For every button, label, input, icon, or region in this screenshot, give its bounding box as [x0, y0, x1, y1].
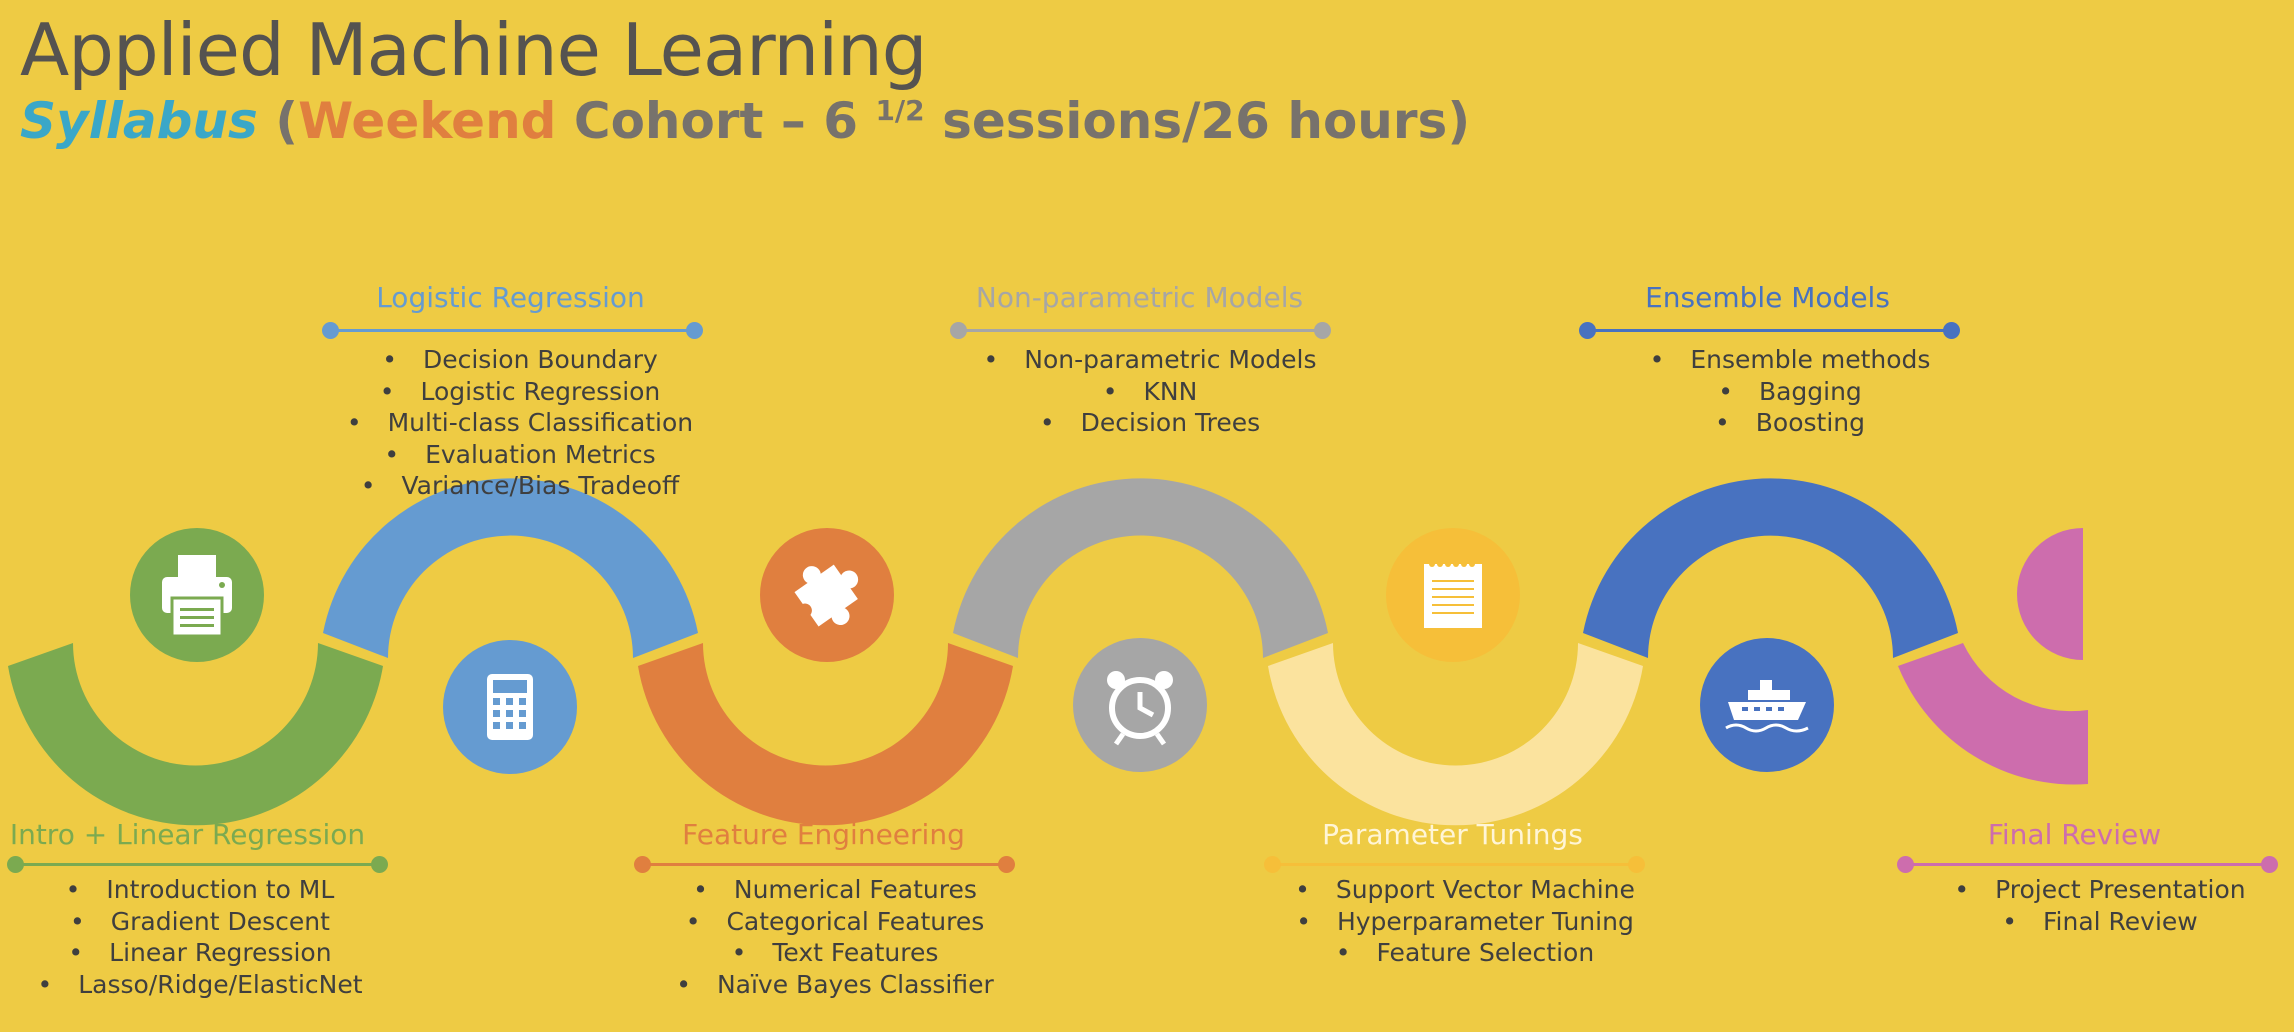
calculator-icon [443, 640, 577, 774]
module-line-final-review [1897, 856, 2278, 873]
module-line-intro-linear-regression [7, 856, 388, 873]
ship-icon [1700, 638, 1834, 772]
arc-feature-engineering [638, 643, 1013, 826]
module-topics-ensemble-models: Ensemble methods Bagging Boosting [1590, 344, 1990, 439]
topic-item: Decision Trees [950, 407, 1350, 439]
topic-item: Variance/Bias Tradeoff [320, 470, 720, 502]
line-dot [322, 322, 339, 339]
module-topics-feature-engineering: Numerical Features Categorical Features … [640, 874, 1030, 1000]
notepad-icon [1386, 528, 1520, 662]
arc-parameter-tunings [1268, 643, 1643, 826]
topic-item: Introduction to ML [5, 874, 395, 906]
module-line-non-parametric-models [950, 322, 1331, 339]
line-dot [1579, 322, 1596, 339]
line-dot [7, 856, 24, 873]
line-dot [686, 322, 703, 339]
topic-item: Evaluation Metrics [320, 439, 720, 471]
alarm-clock-icon [1073, 638, 1207, 772]
module-title-parameter-tunings: Parameter Tunings [1322, 818, 1583, 851]
arc-ensemble-models [1583, 478, 1958, 658]
line-dot [998, 856, 1015, 873]
module-topics-parameter-tunings: Support Vector Machine Hyperparameter Tu… [1265, 874, 1665, 969]
module-title-final-review: Final Review [1987, 818, 2162, 851]
topic-item: Categorical Features [640, 906, 1030, 938]
line-dot [1628, 856, 1645, 873]
line-dot [1897, 856, 1914, 873]
module-line-ensemble-models [1579, 322, 1960, 339]
topic-item: Ensemble methods [1590, 344, 1990, 376]
module-topics-intro-linear-regression: Introduction to ML Gradient Descent Line… [5, 874, 395, 1000]
topic-item: Project Presentation [1900, 874, 2294, 906]
module-topics-non-parametric-models: Non-parametric Models KNN Decision Trees [950, 344, 1350, 439]
topic-item: Support Vector Machine [1265, 874, 1665, 906]
line-dot [1314, 322, 1331, 339]
topic-item: Logistic Regression [320, 376, 720, 408]
line-dot [371, 856, 388, 873]
topic-item: Bagging [1590, 376, 1990, 408]
line-dot [1264, 856, 1281, 873]
topic-item: Text Features [640, 937, 1030, 969]
arc-intro-linear-regression [8, 643, 383, 826]
module-title-non-parametric-models: Non-parametric Models [975, 281, 1304, 314]
line-dot [950, 322, 967, 339]
arc-final-review [1898, 643, 2088, 785]
module-title-ensemble-models: Ensemble Models [1645, 281, 1890, 314]
module-topics-final-review: Project Presentation Final Review [1900, 874, 2294, 937]
module-line-parameter-tunings [1264, 856, 1645, 873]
topic-item: Lasso/Ridge/ElasticNet [5, 969, 395, 1001]
topic-item: Numerical Features [640, 874, 1030, 906]
topic-item: Gradient Descent [5, 906, 395, 938]
puzzle-icon [760, 528, 894, 662]
topic-item: Multi-class Classification [320, 407, 720, 439]
printer-icon [130, 528, 264, 662]
module-title-intro-linear-regression: Intro + Linear Regression [9, 818, 366, 851]
module-topics-logistic-regression: Decision Boundary Logistic Regression Mu… [320, 344, 720, 502]
module-title-logistic-regression: Logistic Regression [376, 281, 645, 314]
topic-item: Linear Regression [5, 937, 395, 969]
topic-item: Hyperparameter Tuning [1265, 906, 1665, 938]
line-dot [2261, 856, 2278, 873]
topic-item: Non-parametric Models [950, 344, 1350, 376]
topic-item: Feature Selection [1265, 937, 1665, 969]
module-line-feature-engineering [634, 856, 1015, 873]
arc-logistic-regression [323, 478, 698, 658]
topic-item: Final Review [1900, 906, 2294, 938]
topic-item: KNN [950, 376, 1350, 408]
line-dot [1943, 322, 1960, 339]
topic-item: Decision Boundary [320, 344, 720, 376]
module-title-feature-engineering: Feature Engineering [682, 818, 965, 851]
line-dot [634, 856, 651, 873]
arc-non-parametric-models [953, 478, 1328, 658]
module-line-logistic-regression [322, 322, 703, 339]
topic-item: Naïve Bayes Classifier [640, 969, 1030, 1001]
half-circle-final [2017, 528, 2083, 660]
topic-item: Boosting [1590, 407, 1990, 439]
